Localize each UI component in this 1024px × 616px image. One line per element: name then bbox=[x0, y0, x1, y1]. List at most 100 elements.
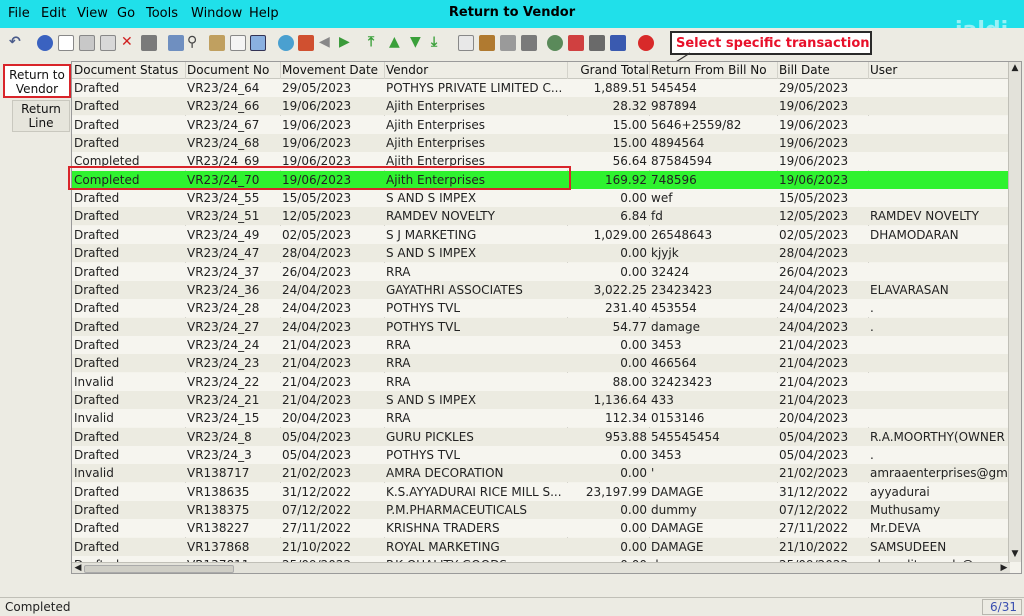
forward-arrow-icon[interactable]: ▶ bbox=[339, 33, 350, 51]
table-cell: VR138717 bbox=[187, 466, 250, 481]
table-cell: 05/04/2023 bbox=[282, 448, 352, 462]
table-row[interactable]: Invalid VR23/24_22 21/04/2023 RRA 88.00 32423… bbox=[72, 372, 1010, 391]
table-row[interactable]: Drafted VR23/24_37 26/04/2023 RRA 0.00 32424 2… bbox=[72, 262, 1010, 281]
grid-toggle-icon[interactable] bbox=[250, 35, 266, 51]
table-cell: VR23/24_47 bbox=[187, 246, 260, 261]
table-cell: Mr.DEVA bbox=[870, 521, 921, 536]
table-cell: Drafted bbox=[74, 99, 120, 114]
table-row[interactable]: Drafted VR23/24_28 24/04/2023 POTHYS TVL 231… bbox=[72, 299, 1010, 318]
table-row[interactable]: Drafted VR138375 07/12/2022 P.M.PHARMACEUTI… bbox=[72, 501, 1010, 520]
table-row[interactable]: Drafted VR23/24_47 28/04/2023 S AND S IMPEX… bbox=[72, 244, 1010, 263]
table-cell: 21/04/2023 bbox=[779, 374, 849, 389]
table-cell: . bbox=[870, 448, 874, 462]
column-header[interactable]: Return From Bill No bbox=[651, 63, 767, 77]
column-header[interactable]: Document No bbox=[187, 63, 269, 77]
tab-return-line[interactable]: Return Line bbox=[12, 100, 70, 132]
column-header[interactable]: Vendor bbox=[386, 63, 428, 77]
archive-icon[interactable] bbox=[479, 35, 495, 51]
table-cell: 1,029.00 bbox=[593, 227, 647, 242]
horizontal-scrollbar[interactable]: ◀ ▶ bbox=[72, 562, 1010, 573]
home-icon[interactable] bbox=[298, 35, 314, 51]
delete-icon[interactable] bbox=[100, 35, 116, 51]
print-icon[interactable] bbox=[521, 35, 537, 51]
column-header[interactable]: Grand Total bbox=[561, 63, 649, 77]
next-record-icon[interactable]: ▼ bbox=[410, 33, 421, 51]
tab-return-to-vendor[interactable]: Return to Vendor bbox=[3, 64, 71, 98]
table-cell: 3453 bbox=[651, 337, 682, 352]
table-cell: 23,197.99 bbox=[585, 484, 647, 499]
table-cell: RRA bbox=[386, 411, 411, 426]
print-preview-icon[interactable] bbox=[500, 35, 516, 51]
scroll-up-icon[interactable]: ▲ bbox=[1009, 62, 1021, 74]
save-icon[interactable] bbox=[141, 35, 157, 51]
table-cell: VR23/24_68 bbox=[187, 136, 260, 151]
previous-record-icon[interactable]: ▲ bbox=[389, 33, 400, 51]
table-row[interactable]: Drafted VR23/24_36 24/04/2023 GAYATHRI ASSO… bbox=[72, 280, 1010, 299]
column-header[interactable]: User bbox=[870, 63, 897, 77]
table-row[interactable]: Drafted VR138227 27/11/2022 KRISHNA TRADERS… bbox=[72, 519, 1010, 538]
table-row[interactable]: Drafted VR23/24_23 21/04/2023 RRA 0.00 466564… bbox=[72, 354, 1010, 373]
scroll-left-icon[interactable]: ◀ bbox=[72, 563, 84, 573]
table-cell: 5646+2559/82 bbox=[651, 117, 742, 132]
table-cell: K.S.AYYADURAI RICE MILL S... bbox=[386, 484, 562, 499]
horizontal-scroll-thumb[interactable] bbox=[84, 565, 234, 573]
table-cell: 21/02/2023 bbox=[282, 466, 352, 481]
table-row[interactable]: Drafted VR138635 31/12/2022 K.S.AYYADURAI R… bbox=[72, 482, 1010, 501]
help-icon[interactable] bbox=[37, 35, 53, 51]
scroll-down-icon[interactable]: ▼ bbox=[1009, 548, 1021, 560]
table-row[interactable]: Drafted VR23/24_21 21/04/2023 S AND S IMPEX… bbox=[72, 390, 1010, 409]
table-row[interactable]: Drafted VR23/24_66 19/06/2023 Ajith Enterpr… bbox=[72, 97, 1010, 116]
table-cell: 21/02/2023 bbox=[779, 466, 849, 481]
table-row[interactable]: Drafted VR23/24_24 21/04/2023 RRA 0.00 3453 21… bbox=[72, 335, 1010, 354]
table-cell: Drafted bbox=[74, 301, 120, 316]
table-row[interactable]: Drafted VR23/24_3 05/04/2023 POTHYS TVL 0.00… bbox=[72, 446, 1010, 464]
table-cell: 0.00 bbox=[620, 503, 647, 518]
new-record-icon[interactable] bbox=[58, 35, 74, 51]
column-header[interactable]: Movement Date bbox=[282, 63, 378, 77]
table-row[interactable]: Drafted VR23/24_8 05/04/2023 GURU PICKLES 95… bbox=[72, 427, 1010, 446]
column-header[interactable]: Bill Date bbox=[779, 63, 830, 77]
table-cell: 21/04/2023 bbox=[779, 356, 849, 371]
zoom-across-icon[interactable] bbox=[547, 35, 563, 51]
table-row[interactable]: Drafted VR23/24_67 19/06/2023 Ajith Enterpr… bbox=[72, 115, 1010, 134]
vertical-scrollbar[interactable]: ▲ ▼ bbox=[1008, 62, 1021, 562]
request-icon[interactable] bbox=[589, 35, 605, 51]
table-row[interactable]: Drafted VR23/24_55 15/05/2023 S AND S IMPEX… bbox=[72, 189, 1010, 208]
table-row[interactable]: Drafted VR23/24_27 24/04/2023 POTHYS TVL 54.… bbox=[72, 317, 1010, 336]
table-row[interactable]: Drafted VR23/24_49 02/05/2023 S J MARKETING… bbox=[72, 225, 1010, 244]
history-icon[interactable] bbox=[278, 35, 294, 51]
table-cell: 29/05/2023 bbox=[282, 81, 352, 95]
report-icon[interactable] bbox=[458, 35, 474, 51]
scroll-right-icon[interactable]: ▶ bbox=[998, 563, 1010, 573]
table-cell: VR23/24_15 bbox=[187, 411, 260, 426]
table-cell: 15/05/2023 bbox=[282, 191, 352, 206]
last-record-icon[interactable]: ⤓ bbox=[431, 33, 437, 51]
table-row[interactable]: Drafted VR23/24_68 19/06/2023 Ajith Enterpr… bbox=[72, 134, 1010, 153]
table-cell: Drafted bbox=[74, 539, 120, 554]
table-row[interactable]: Invalid VR23/24_15 20/04/2023 RRA 112.34 0153… bbox=[72, 409, 1010, 428]
table-cell: RAMDEV NOVELTY bbox=[386, 209, 495, 224]
attachment-icon[interactable] bbox=[209, 35, 225, 51]
table-cell: Drafted bbox=[74, 337, 120, 352]
exit-icon[interactable] bbox=[638, 35, 654, 51]
back-arrow-icon[interactable]: ◀ bbox=[319, 33, 330, 51]
table-row[interactable]: Drafted VR23/24_64 29/05/2023 POTHYS PRIVAT… bbox=[72, 79, 1010, 97]
undo-icon[interactable]: ↶ bbox=[9, 33, 21, 51]
chat-icon[interactable] bbox=[230, 35, 246, 51]
delete-selection-icon[interactable]: ✕ bbox=[121, 33, 133, 51]
table-row[interactable]: Drafted VR137868 21/10/2022 ROYAL MARKETING… bbox=[72, 537, 1010, 556]
table-cell: 24/04/2023 bbox=[282, 282, 352, 297]
active-workflows-icon[interactable] bbox=[568, 35, 584, 51]
table-cell: 466564 bbox=[651, 356, 697, 371]
copy-record-icon[interactable] bbox=[79, 35, 95, 51]
product-info-icon[interactable] bbox=[610, 35, 626, 51]
first-record-icon[interactable]: ⤒ bbox=[368, 33, 374, 51]
table-cell: S AND S IMPEX bbox=[386, 246, 477, 261]
find-icon[interactable]: ⚲ bbox=[187, 33, 197, 51]
table-cell: 21/04/2023 bbox=[779, 337, 849, 352]
refresh-icon[interactable] bbox=[168, 35, 184, 51]
table-row[interactable]: Invalid VR138717 21/02/2023 AMRA DECORATION… bbox=[72, 464, 1010, 483]
table-row[interactable]: Drafted VR23/24_51 12/05/2023 RAMDEV NOVELT… bbox=[72, 207, 1010, 226]
annotation-callout: Select specific transaction bbox=[670, 31, 872, 55]
column-header[interactable]: Document Status bbox=[74, 63, 178, 77]
